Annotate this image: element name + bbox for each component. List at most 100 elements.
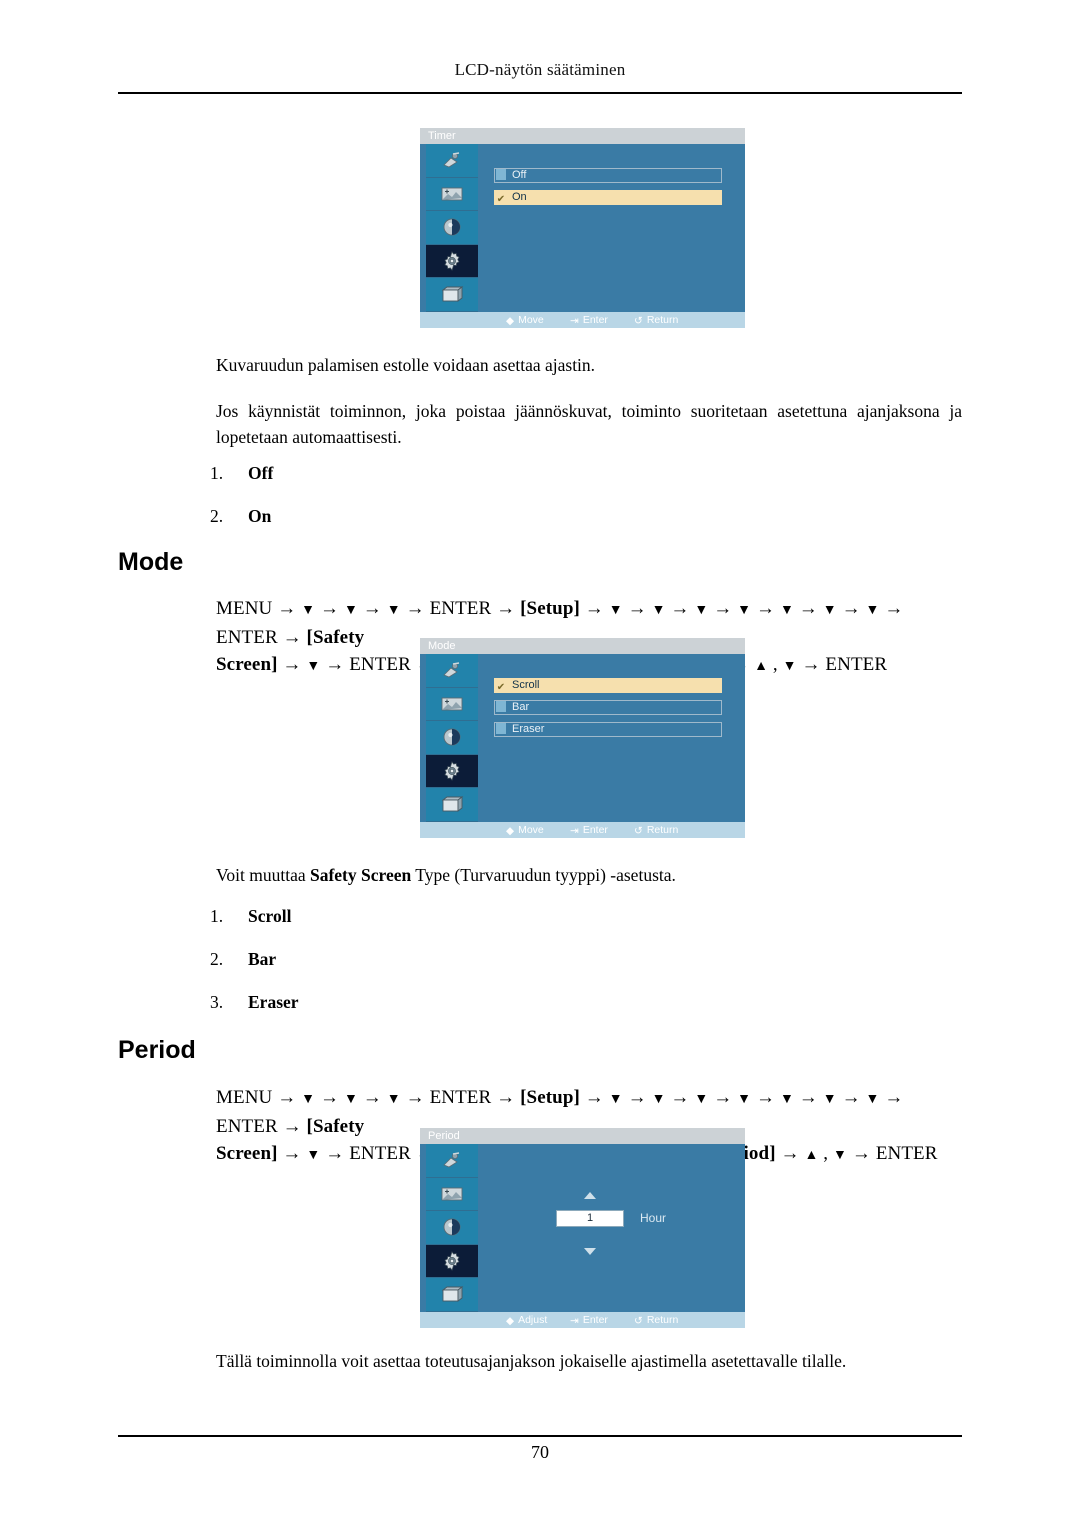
menu-path-token: ▼ <box>608 1092 623 1107</box>
list-item-label: On <box>248 506 272 526</box>
osd-timer-icon-rail <box>426 144 478 312</box>
stepper-down-arrow-icon[interactable] <box>584 1248 596 1255</box>
menu-path-token: ENTER <box>875 1143 938 1164</box>
menu-path-token: ▼ <box>306 659 321 674</box>
osd-period-footer: ◆ Adjust ⇥ Enter ↺ Return <box>420 1312 745 1328</box>
list-item-number: 2. <box>210 949 224 969</box>
menu-path-token: → <box>627 598 647 619</box>
osd-option-on[interactable]: ✔ On <box>494 190 722 205</box>
osd-footer-return: ↺ Return <box>634 822 678 839</box>
rail-item-setup[interactable] <box>426 244 478 279</box>
menu-path-token: → <box>713 1087 733 1108</box>
menu-path-token: → <box>798 1087 818 1108</box>
updown-arrow-icon: ◆ <box>506 1315 515 1327</box>
enter-key-icon: ⇥ <box>570 315 579 327</box>
updown-arrow-icon: ◆ <box>506 825 515 837</box>
osd-option-on-label: On <box>512 191 527 203</box>
osd-footer-return-label: Return <box>646 1314 679 1326</box>
check-marker-icon: ✔ <box>496 682 506 693</box>
osd-footer-return: ↺ Return <box>634 1312 678 1329</box>
rail-item-monitor[interactable] <box>426 278 478 312</box>
menu-path-token: → <box>780 1143 800 1164</box>
osd-footer-return-label: Return <box>646 314 679 326</box>
menu-path-token: → <box>884 1087 904 1108</box>
rail-item-satellite-dish[interactable] <box>426 144 478 178</box>
rail-item-setup[interactable] <box>426 1244 478 1279</box>
period-value[interactable]: 1 <box>556 1210 624 1227</box>
osd-option-scroll[interactable]: ✔ Scroll <box>494 678 722 693</box>
osd-mode-body: ✔ Scroll Bar Eraser <box>420 654 745 822</box>
running-header: LCD-näytön säätäminen <box>118 60 962 80</box>
osd-timer-options: Off ✔ On <box>484 144 745 312</box>
rail-item-satellite-dish[interactable] <box>426 654 478 688</box>
list-item: 2. Bar <box>210 949 299 992</box>
menu-path-token: → <box>362 598 382 619</box>
rail-item-contrast[interactable] <box>426 1211 478 1245</box>
menu-path-token: ▼ <box>694 1092 709 1107</box>
osd-footer-enter-label: Enter <box>582 314 608 326</box>
list-item-label: Off <box>248 463 274 483</box>
osd-period-icon-rail <box>426 1144 478 1312</box>
mode-section-heading: Mode <box>118 548 184 576</box>
rail-item-monitor[interactable] <box>426 788 478 822</box>
menu-path-token: [Setup] <box>520 1087 580 1108</box>
menu-path-token: ▼ <box>779 1092 794 1107</box>
menu-path-token: → <box>405 1087 425 1108</box>
rail-item-picture[interactable] <box>426 177 478 212</box>
footer-rule <box>118 1435 962 1437</box>
osd-option-bar[interactable]: Bar <box>494 700 722 715</box>
check-marker-icon: ✔ <box>496 194 506 205</box>
rail-item-contrast[interactable] <box>426 211 478 245</box>
page-number: 70 <box>531 1442 549 1462</box>
rail-item-picture[interactable] <box>426 687 478 722</box>
menu-path-token: [Setup] <box>520 598 580 619</box>
osd-option-bar-label: Bar <box>512 701 530 713</box>
menu-path-token: → <box>325 1143 345 1164</box>
enter-key-icon: ⇥ <box>570 825 579 837</box>
menu-path-token: MENU <box>216 598 273 619</box>
menu-path-token: ENTER <box>349 654 411 675</box>
menu-path-token: → <box>282 627 302 648</box>
osd-footer-adjust-label: Adjust <box>518 1314 548 1326</box>
menu-path-token: ▼ <box>651 603 666 618</box>
rail-item-contrast[interactable] <box>426 721 478 755</box>
osd-period: Period 1 Hour ◆ Adjust ⇥ Enter ↺ Return <box>420 1128 745 1328</box>
osd-timer-body: Off ✔ On <box>420 144 745 312</box>
menu-path-token: → <box>851 1143 871 1164</box>
menu-path-token: → <box>277 1087 297 1108</box>
period-stepper[interactable]: 1 Hour <box>556 1192 706 1264</box>
menu-path-token: Screen] <box>216 654 278 675</box>
menu-path-token: → <box>277 598 297 619</box>
stepper-up-arrow-icon[interactable] <box>584 1192 596 1199</box>
rail-item-picture[interactable] <box>426 1177 478 1212</box>
manual-page: LCD-näytön säätäminen Timer Off ✔ On ◆ M… <box>0 0 1080 1527</box>
menu-path-token: ▼ <box>865 1092 880 1107</box>
menu-path-token: → <box>801 654 821 675</box>
mode-caption-pre: Voit muuttaa <box>216 865 310 885</box>
mode-option-list: 1. Scroll 2. Bar 3. Eraser <box>210 906 299 1035</box>
menu-path-token: ▼ <box>737 603 752 618</box>
rail-item-satellite-dish[interactable] <box>426 1144 478 1178</box>
menu-path-token: [Safety <box>306 1116 365 1137</box>
menu-path-token: → <box>755 1087 776 1108</box>
osd-footer-adjust: ◆ Adjust <box>506 1312 547 1329</box>
osd-mode-icon-rail <box>426 654 478 822</box>
menu-path-token: → <box>325 654 345 675</box>
mode-caption: Voit muuttaa Safety Screen Type (Turvaru… <box>216 862 962 888</box>
menu-path-token: ENTER <box>216 627 278 648</box>
list-item-number: 2. <box>210 506 224 526</box>
list-item-label: Eraser <box>248 992 299 1012</box>
menu-path-token: ▼ <box>386 1092 401 1107</box>
rail-item-setup[interactable] <box>426 754 478 789</box>
list-item-label: Scroll <box>248 906 292 926</box>
osd-option-eraser[interactable]: Eraser <box>494 722 722 737</box>
menu-path-token: ▲ <box>754 659 769 674</box>
osd-footer-return: ↺ Return <box>634 312 678 329</box>
menu-path-token: → <box>405 598 425 619</box>
osd-mode-footer: ◆ Move ⇥ Enter ↺ Return <box>420 822 745 838</box>
menu-path-token: ▼ <box>779 603 794 618</box>
menu-path-token: ENTER <box>429 1087 492 1108</box>
menu-path-token: → <box>798 598 818 619</box>
osd-option-off[interactable]: Off <box>494 168 722 183</box>
rail-item-monitor[interactable] <box>426 1278 478 1312</box>
